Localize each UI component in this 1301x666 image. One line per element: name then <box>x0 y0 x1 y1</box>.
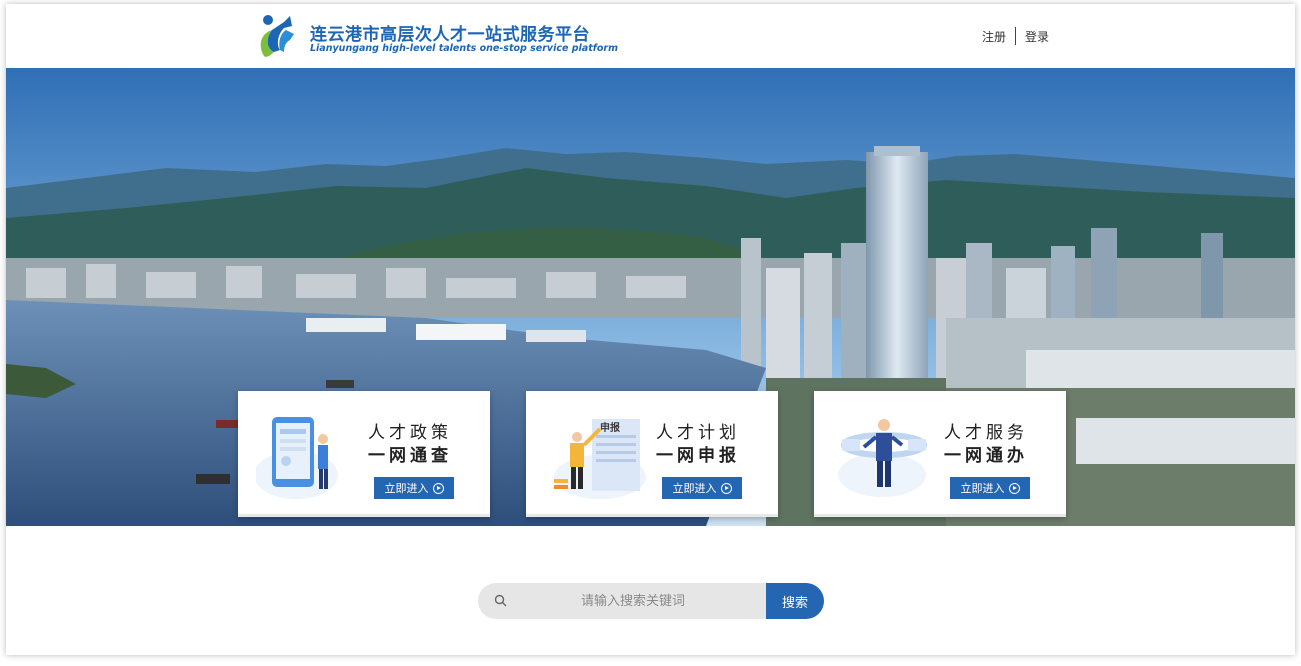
document-person-illustration: 申报 <box>554 419 646 499</box>
page-frame: 连云港市高层次人才一站式服务平台 Lianyungang high-level … <box>6 4 1295 655</box>
search-bar: 搜索 <box>478 583 824 619</box>
search-icon <box>494 594 507 607</box>
enter-button-label: 立即进入 <box>672 482 717 495</box>
enter-button[interactable]: 立即进入 <box>374 477 454 499</box>
enter-button[interactable]: 立即进入 <box>950 477 1030 499</box>
search-box <box>478 583 768 619</box>
phone-person-illustration <box>256 417 338 499</box>
card-title-line1: 人才政策 <box>368 423 452 443</box>
search-input[interactable] <box>508 583 758 619</box>
enter-button-label: 立即进入 <box>960 482 1005 495</box>
doc-label: 申报 <box>600 421 620 434</box>
play-circle-icon <box>1008 482 1020 494</box>
platform-title-en: Lianyungang high-level talents one-stop … <box>310 43 618 54</box>
register-link[interactable]: 注册 <box>978 28 1010 45</box>
card-talent-plan[interactable]: 申报 人才计划 一网申报 立即进入 <box>526 391 778 517</box>
enter-button[interactable]: 立即进入 <box>662 477 742 499</box>
play-circle-icon <box>720 482 732 494</box>
auth-divider <box>1015 27 1017 45</box>
auth-links: 注册 登录 <box>978 26 1053 46</box>
card-title-line2: 一网申报 <box>656 446 740 466</box>
card-title-line1: 人才计划 <box>656 423 740 443</box>
card-bottom-bar <box>814 514 1066 517</box>
card-bottom-bar <box>238 514 490 517</box>
card-title-line2: 一网通查 <box>368 446 452 466</box>
enter-button-label: 立即进入 <box>384 482 429 495</box>
card-bottom-bar <box>526 514 778 517</box>
search-button[interactable]: 搜索 <box>766 583 824 619</box>
card-talent-service[interactable]: 人才服务 一网通办 立即进入 <box>814 391 1066 517</box>
login-link[interactable]: 登录 <box>1021 28 1053 45</box>
card-title-line2: 一网通办 <box>944 446 1028 466</box>
site-header: 连云港市高层次人才一站式服务平台 Lianyungang high-level … <box>6 4 1295 68</box>
card-talent-policy[interactable]: 人才政策 一网通查 立即进入 <box>238 391 490 517</box>
card-title-line1: 人才服务 <box>944 423 1028 443</box>
platform-logo[interactable] <box>254 12 302 62</box>
play-circle-icon <box>432 482 444 494</box>
service-person-illustration <box>838 419 927 497</box>
platform-title-cn: 连云港市高层次人才一站式服务平台 <box>310 25 590 45</box>
